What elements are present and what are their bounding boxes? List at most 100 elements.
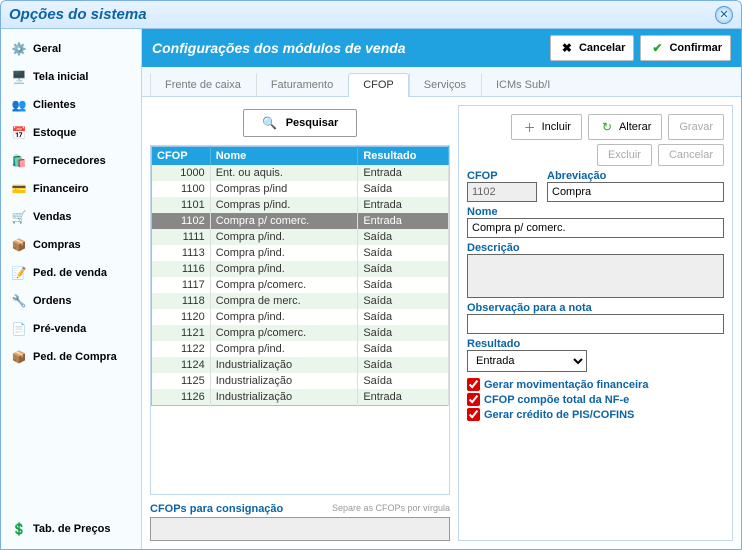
table-row[interactable]: 1101Compras p/ind.Entrada: [152, 197, 449, 213]
sidebar-item-label: Tab. de Preços: [33, 523, 110, 535]
consig-hint: Separe as CFOPs por vírgula: [332, 503, 450, 513]
alterar-button[interactable]: ↻Alterar: [588, 114, 662, 140]
sidebar-item-label: Vendas: [33, 211, 72, 223]
sidebar-item-label: Ped. de Compra: [33, 351, 117, 363]
table-row[interactable]: 1000Ent. ou aquis.Entrada: [152, 165, 449, 181]
window-title: Opções do sistema: [9, 6, 715, 23]
sidebar: ⚙️ Geral 🖥️ Tela inicial 👥 Clientes 📅Estoque 🛍️…: [1, 29, 141, 549]
tab-faturamento[interactable]: Faturamento: [256, 73, 348, 96]
sidebar-item-4[interactable]: 🛍️ Fornecedores: [7, 149, 135, 173]
obs-label: Observação para a nota: [467, 302, 724, 314]
sidebar-item-label: Tela inicial: [33, 71, 88, 83]
sidebar-item-label: Ordens: [33, 295, 72, 307]
tabs: Frente de caixaFaturamentoCFOPServiçosIC…: [142, 67, 741, 97]
check-pis[interactable]: Gerar crédito de PIS/COFINS: [467, 408, 724, 421]
sidebar-item-3[interactable]: 📅Estoque: [7, 121, 135, 145]
plus-icon: ＋: [522, 119, 538, 135]
sidebar-item-6[interactable]: 🛒 Vendas: [7, 205, 135, 229]
sidebar-item-7[interactable]: 📦 Compras: [7, 233, 135, 257]
tab-cfop[interactable]: CFOP: [348, 73, 409, 97]
table-row[interactable]: 1120Compra p/ind.Saída: [152, 309, 449, 325]
incluir-button[interactable]: ＋Incluir: [511, 114, 582, 140]
sidebar-item-label: Pré-venda: [33, 323, 86, 335]
sidebar-item-11[interactable]: 📦 Ped. de Compra: [7, 345, 135, 369]
table-row[interactable]: 1126IndustrializaçãoEntrada: [152, 389, 449, 406]
cfop-input: [467, 182, 537, 202]
table-row[interactable]: 1125IndustrializaçãoSaída: [152, 373, 449, 389]
sidebar-item-5[interactable]: 💳 Financeiro: [7, 177, 135, 201]
sidebar-icon: 🛍️: [11, 153, 27, 169]
desc-input[interactable]: [467, 254, 724, 298]
confirm-icon: ✔: [649, 40, 665, 56]
nome-label: Nome: [467, 206, 724, 218]
nome-input[interactable]: [467, 218, 724, 238]
sidebar-item-0[interactable]: ⚙️ Geral: [7, 37, 135, 61]
sidebar-item-10[interactable]: 📄Pré-venda: [7, 317, 135, 341]
gravar-button: Gravar: [668, 114, 724, 140]
sidebar-icon: 🛒: [11, 209, 27, 225]
search-icon: 🔍: [262, 115, 278, 131]
sidebar-icon: ⚙️: [11, 41, 27, 57]
col-header: CFOP: [152, 147, 211, 166]
cfop-label: CFOP: [467, 170, 537, 182]
sidebar-item-label: Fornecedores: [33, 155, 106, 167]
table-row[interactable]: 1117Compra p/comerc.Saída: [152, 277, 449, 293]
form-panel: ＋Incluir ↻Alterar Gravar Excluir Cancela…: [458, 105, 733, 541]
sidebar-icon: 📦: [11, 237, 27, 253]
table-row[interactable]: 1124IndustrializaçãoSaída: [152, 357, 449, 373]
table-row[interactable]: 1102Compra p/ comerc.Entrada: [152, 213, 449, 229]
tab-servi-os[interactable]: Serviços: [409, 73, 481, 96]
table-row[interactable]: 1111Compra p/ind.Saída: [152, 229, 449, 245]
confirm-button[interactable]: ✔Confirmar: [640, 35, 731, 61]
sidebar-icon: 👥: [11, 97, 27, 113]
page-title: Configurações dos módulos de venda: [152, 40, 544, 56]
table-row[interactable]: 1121Compra p/comerc.Saída: [152, 325, 449, 341]
table-row[interactable]: 1100Compras p/indSaída: [152, 181, 449, 197]
consig-label: CFOPs para consignação: [150, 503, 283, 515]
excluir-button: Excluir: [597, 144, 652, 166]
tab-icms-sub-i[interactable]: ICMs Sub/I: [481, 73, 565, 96]
res-select[interactable]: Entrada: [467, 350, 587, 372]
titlebar: Opções do sistema ✕: [1, 1, 741, 29]
sidebar-item-2[interactable]: 👥 Clientes: [7, 93, 135, 117]
refresh-icon: ↻: [599, 119, 615, 135]
sidebar-item-label: Geral: [33, 43, 61, 55]
table-row[interactable]: 1118Compra de merc.Saída: [152, 293, 449, 309]
sidebar-item-label: Ped. de venda: [33, 267, 107, 279]
sidebar-icon: 💳: [11, 181, 27, 197]
sidebar-item-label: Financeiro: [33, 183, 89, 195]
abrev-input[interactable]: [547, 182, 724, 202]
sidebar-item-precos[interactable]: 💲Tab. de Preços: [7, 517, 135, 541]
sidebar-item-1[interactable]: 🖥️ Tela inicial: [7, 65, 135, 89]
search-button[interactable]: 🔍Pesquisar: [243, 109, 358, 137]
sidebar-icon: 📦: [11, 349, 27, 365]
tab-frente-de-caixa[interactable]: Frente de caixa: [150, 73, 256, 96]
sidebar-item-8[interactable]: 📝 Ped. de venda: [7, 261, 135, 285]
table-row[interactable]: 1113Compra p/ind.Saída: [152, 245, 449, 261]
table-row[interactable]: 1116Compra p/ind.Saída: [152, 261, 449, 277]
obs-input[interactable]: [467, 314, 724, 334]
sidebar-item-label: Estoque: [33, 127, 76, 139]
desc-label: Descrição: [467, 242, 724, 254]
cancel-button[interactable]: ✖Cancelar: [550, 35, 634, 61]
sidebar-item-label: Clientes: [33, 99, 76, 111]
consig-input[interactable]: [150, 517, 450, 541]
sidebar-icon: 🖥️: [11, 69, 27, 85]
table-row[interactable]: 1122Compra p/ind.Saída: [152, 341, 449, 357]
sidebar-icon: 🔧: [11, 293, 27, 309]
abrev-label: Abreviação: [547, 170, 724, 182]
content-header: Configurações dos módulos de venda ✖Canc…: [142, 29, 741, 67]
res-label: Resultado: [467, 338, 587, 350]
sidebar-item-label: Compras: [33, 239, 81, 251]
close-icon[interactable]: ✕: [715, 6, 733, 24]
sidebar-icon: 📝: [11, 265, 27, 281]
col-header: Nome: [210, 147, 358, 166]
cfop-table: CFOPNomeResultado 1000Ent. ou aquis.Entr…: [151, 146, 449, 406]
cancelar-form-button: Cancelar: [658, 144, 724, 166]
check-nfe[interactable]: CFOP compõe total da NF-e: [467, 393, 724, 406]
consignacao-section: CFOPs para consignação Separe as CFOPs p…: [150, 503, 450, 541]
cancel-icon: ✖: [559, 40, 575, 56]
check-financeira[interactable]: Gerar movimentação financeira: [467, 378, 724, 391]
sidebar-item-9[interactable]: 🔧 Ordens: [7, 289, 135, 313]
col-header: Resultado: [358, 147, 449, 166]
